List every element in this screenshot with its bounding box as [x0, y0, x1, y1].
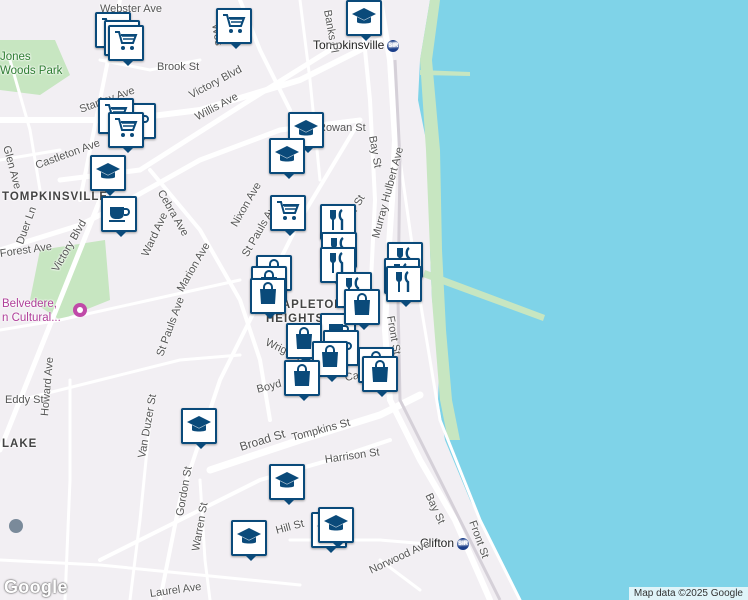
water-area [418, 0, 748, 600]
shopping-icon [367, 359, 393, 390]
grocery-icon [221, 11, 247, 42]
neighborhood-label: LAKE [2, 438, 38, 450]
grocery-marker[interactable] [108, 112, 144, 153]
school-icon [274, 141, 300, 172]
street-label: Eddy St [5, 394, 44, 406]
school-icon [186, 411, 212, 442]
school-icon [236, 523, 262, 554]
poi-label: Belvedere, n Cultural... [2, 298, 61, 324]
school-marker[interactable] [231, 520, 267, 561]
school-dot-1 [9, 519, 23, 533]
park-label: Jones Woods Park [0, 51, 63, 77]
school-marker[interactable] [269, 138, 305, 179]
school-icon [323, 510, 349, 541]
shopping-icon [349, 292, 375, 323]
grocery-icon [113, 115, 139, 146]
map-view[interactable]: Webster Ave Jones Woods Park Brook St Vi… [0, 0, 748, 600]
shopping-marker[interactable] [344, 289, 380, 330]
shopping-marker[interactable] [284, 360, 320, 401]
shopping-icon [255, 281, 281, 312]
cafe-marker[interactable] [101, 196, 137, 237]
grocery-icon [113, 28, 139, 59]
grocery-marker[interactable] [216, 8, 252, 49]
subway-icon: SIR [457, 537, 470, 550]
grocery-marker[interactable] [270, 195, 306, 236]
school-icon [95, 158, 121, 189]
school-marker[interactable] [318, 507, 354, 548]
restaurant-marker[interactable] [386, 266, 422, 307]
street-label: Brook St [157, 61, 200, 73]
school-marker[interactable] [269, 464, 305, 505]
shopping-icon [317, 344, 343, 375]
subway-icon: SIR [387, 39, 400, 52]
restaurant-icon [391, 269, 417, 300]
school-marker[interactable] [90, 155, 126, 196]
map-attribution[interactable]: Map data ©2025 Google [628, 587, 748, 600]
street-label: Rowan St [318, 122, 366, 134]
neighborhood-label: TOMPKINSVILLE [2, 191, 109, 203]
school-icon [351, 3, 377, 34]
cafe-icon [106, 199, 132, 230]
grocery-icon [275, 198, 301, 229]
shopping-marker[interactable] [250, 278, 286, 319]
shopping-marker[interactable] [362, 356, 398, 397]
school-marker[interactable] [346, 0, 382, 41]
school-icon [274, 467, 300, 498]
shopping-icon [289, 363, 315, 394]
grocery-marker[interactable] [108, 25, 144, 66]
school-marker[interactable] [181, 408, 217, 449]
google-logo: Google [4, 577, 68, 597]
